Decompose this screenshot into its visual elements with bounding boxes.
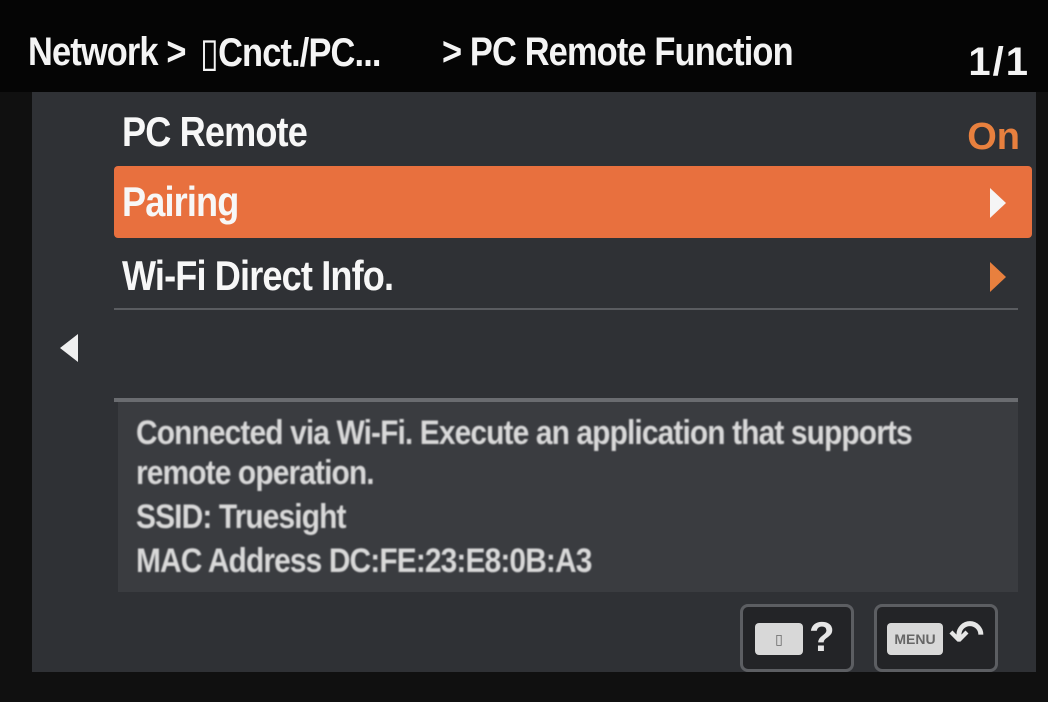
mac-address-text: MAC Address DC:FE:23:E8:0B:A3 <box>136 542 592 580</box>
help-icon: ? <box>809 613 835 660</box>
menu-item-label: Wi-Fi Direct Info. <box>122 252 394 299</box>
menu-item-pairing[interactable]: Pairing <box>114 166 1032 238</box>
menu-item-label: PC Remote <box>122 108 308 155</box>
menu-item-value: On <box>967 116 1020 158</box>
menu-item-label: Pairing <box>122 178 239 225</box>
back-button[interactable]: MENU ↶ <box>874 604 998 672</box>
menu-item-wifi-direct-info[interactable]: Wi-Fi Direct Info. <box>114 240 1032 312</box>
info-message-cont: remote operation. <box>136 454 375 492</box>
menu-item-pc-remote[interactable]: PC Remote On <box>114 96 1032 168</box>
info-box: Connected via Wi-Fi. Execute an applicat… <box>118 402 1018 592</box>
chevron-right-icon <box>990 262 1006 292</box>
left-arrow-icon[interactable] <box>60 334 78 362</box>
ssid-text: SSID: Truesight <box>136 498 346 536</box>
page-indicator: 1/1 <box>968 40 1030 84</box>
menu-item-empty <box>114 312 1032 396</box>
chevron-right-icon <box>990 188 1006 218</box>
menu-key-icon: MENU <box>887 623 943 655</box>
camera-menu-screen: Network > ▯Cnct./PC... > PC Remote Funct… <box>0 0 1048 702</box>
trash-key-icon: ▯ <box>755 623 803 655</box>
breadcrumb-connect-pc[interactable]: ▯Cnct./PC... <box>200 30 381 76</box>
help-button[interactable]: ▯ ? <box>740 604 854 672</box>
back-icon: ↶ <box>949 612 985 659</box>
info-message: Connected via Wi-Fi. Execute an applicat… <box>136 414 913 452</box>
page-title: > PC Remote Function <box>442 30 794 74</box>
header-bar: Network > ▯Cnct./PC... > PC Remote Funct… <box>0 0 1048 92</box>
divider <box>114 308 1018 310</box>
breadcrumb-network[interactable]: Network > <box>28 30 186 75</box>
